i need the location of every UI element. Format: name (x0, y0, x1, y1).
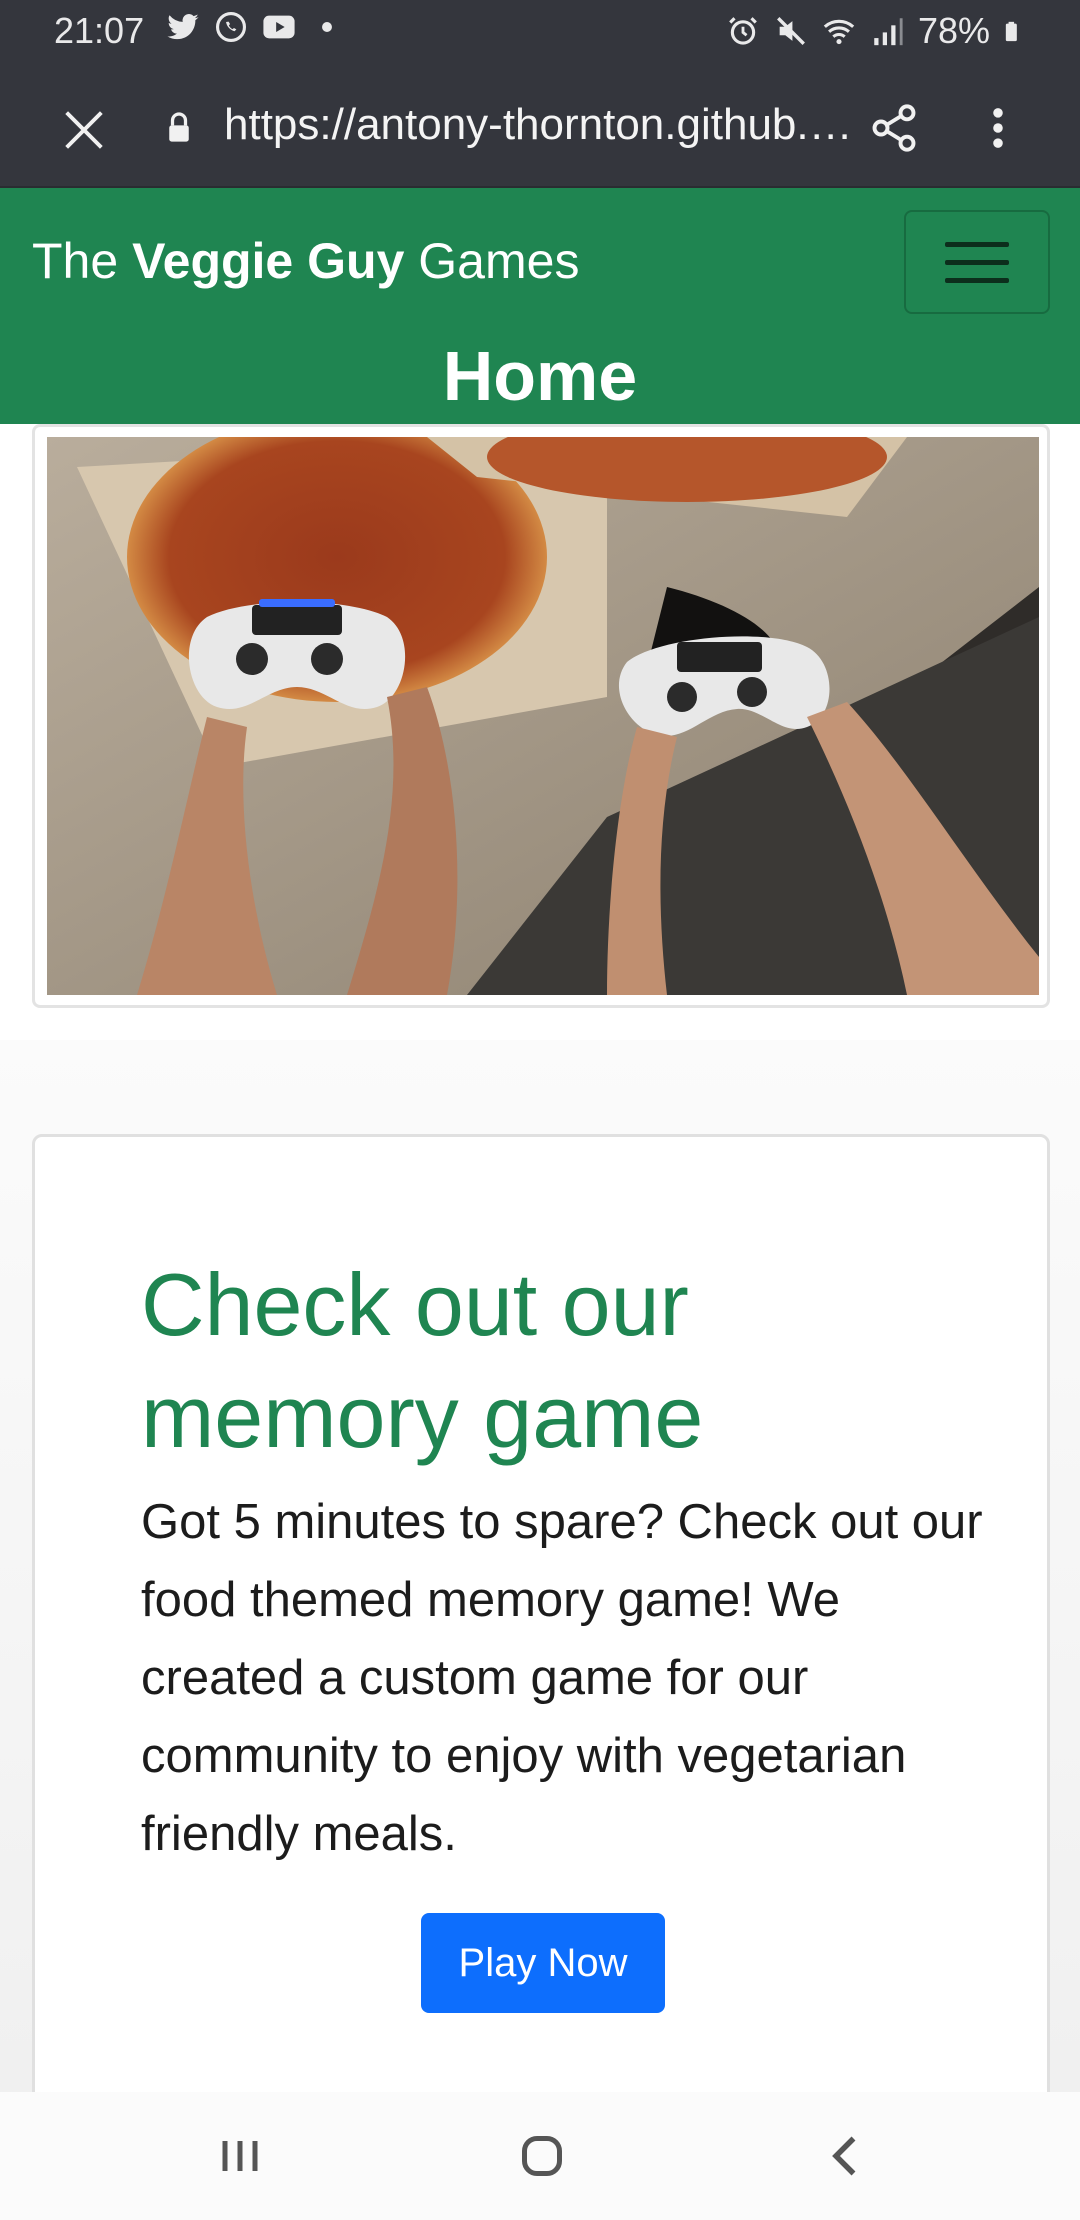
share-icon[interactable] (868, 102, 920, 154)
brand-link[interactable]: The Veggie Guy Games (32, 232, 579, 290)
hamburger-icon[interactable] (904, 210, 1050, 314)
wifi-icon (823, 19, 855, 45)
url-field[interactable]: https://antony-thornton.github.… (224, 100, 860, 150)
brand-suffix: Games (404, 233, 580, 289)
alarm-icon (729, 17, 757, 45)
battery-icon (1005, 21, 1017, 42)
twitter-icon (167, 14, 199, 40)
play-now-button[interactable]: Play Now (421, 1913, 665, 2013)
youtube-icon (263, 15, 295, 39)
recents-icon[interactable] (210, 2126, 270, 2186)
whatsapp-icon (215, 11, 247, 43)
card-text: Got 5 minutes to spare? Check out our fo… (141, 1495, 983, 1861)
brand-bold: Veggie Guy (132, 233, 405, 289)
lock-icon (169, 112, 189, 142)
mute-icon (776, 17, 805, 45)
page-title: Home (442, 337, 638, 415)
home-icon[interactable] (512, 2126, 572, 2186)
status-time: 21:07 (54, 10, 145, 51)
hero-image (47, 437, 1039, 995)
gamers-with-pizza-illustration (47, 437, 1039, 995)
hamburger-line (945, 241, 1009, 247)
notification-icons (166, 10, 344, 44)
memory-game-card: Check out our memory game Got 5 minutes … (32, 1134, 1050, 2134)
more-vert-icon[interactable] (978, 102, 1018, 154)
battery-percent: 78% (917, 10, 990, 51)
hero-image-card (32, 424, 1050, 1008)
back-icon[interactable] (816, 2126, 876, 2186)
status-bar: 21:07 78% (0, 0, 1080, 62)
close-icon[interactable] (58, 104, 110, 156)
hamburger-line (945, 259, 1009, 265)
system-icons: 78% (726, 10, 1026, 52)
system-nav-bar (0, 2092, 1080, 2220)
dot-icon (322, 22, 332, 32)
site-navbar: The Veggie Guy Games Home (0, 188, 1080, 424)
card-title: Check out our memory game (141, 1255, 704, 1466)
browser-toolbar: https://antony-thornton.github.… (0, 62, 1080, 188)
hamburger-line (945, 277, 1009, 283)
signal-icon (874, 18, 903, 46)
brand-prefix: The (32, 233, 133, 289)
